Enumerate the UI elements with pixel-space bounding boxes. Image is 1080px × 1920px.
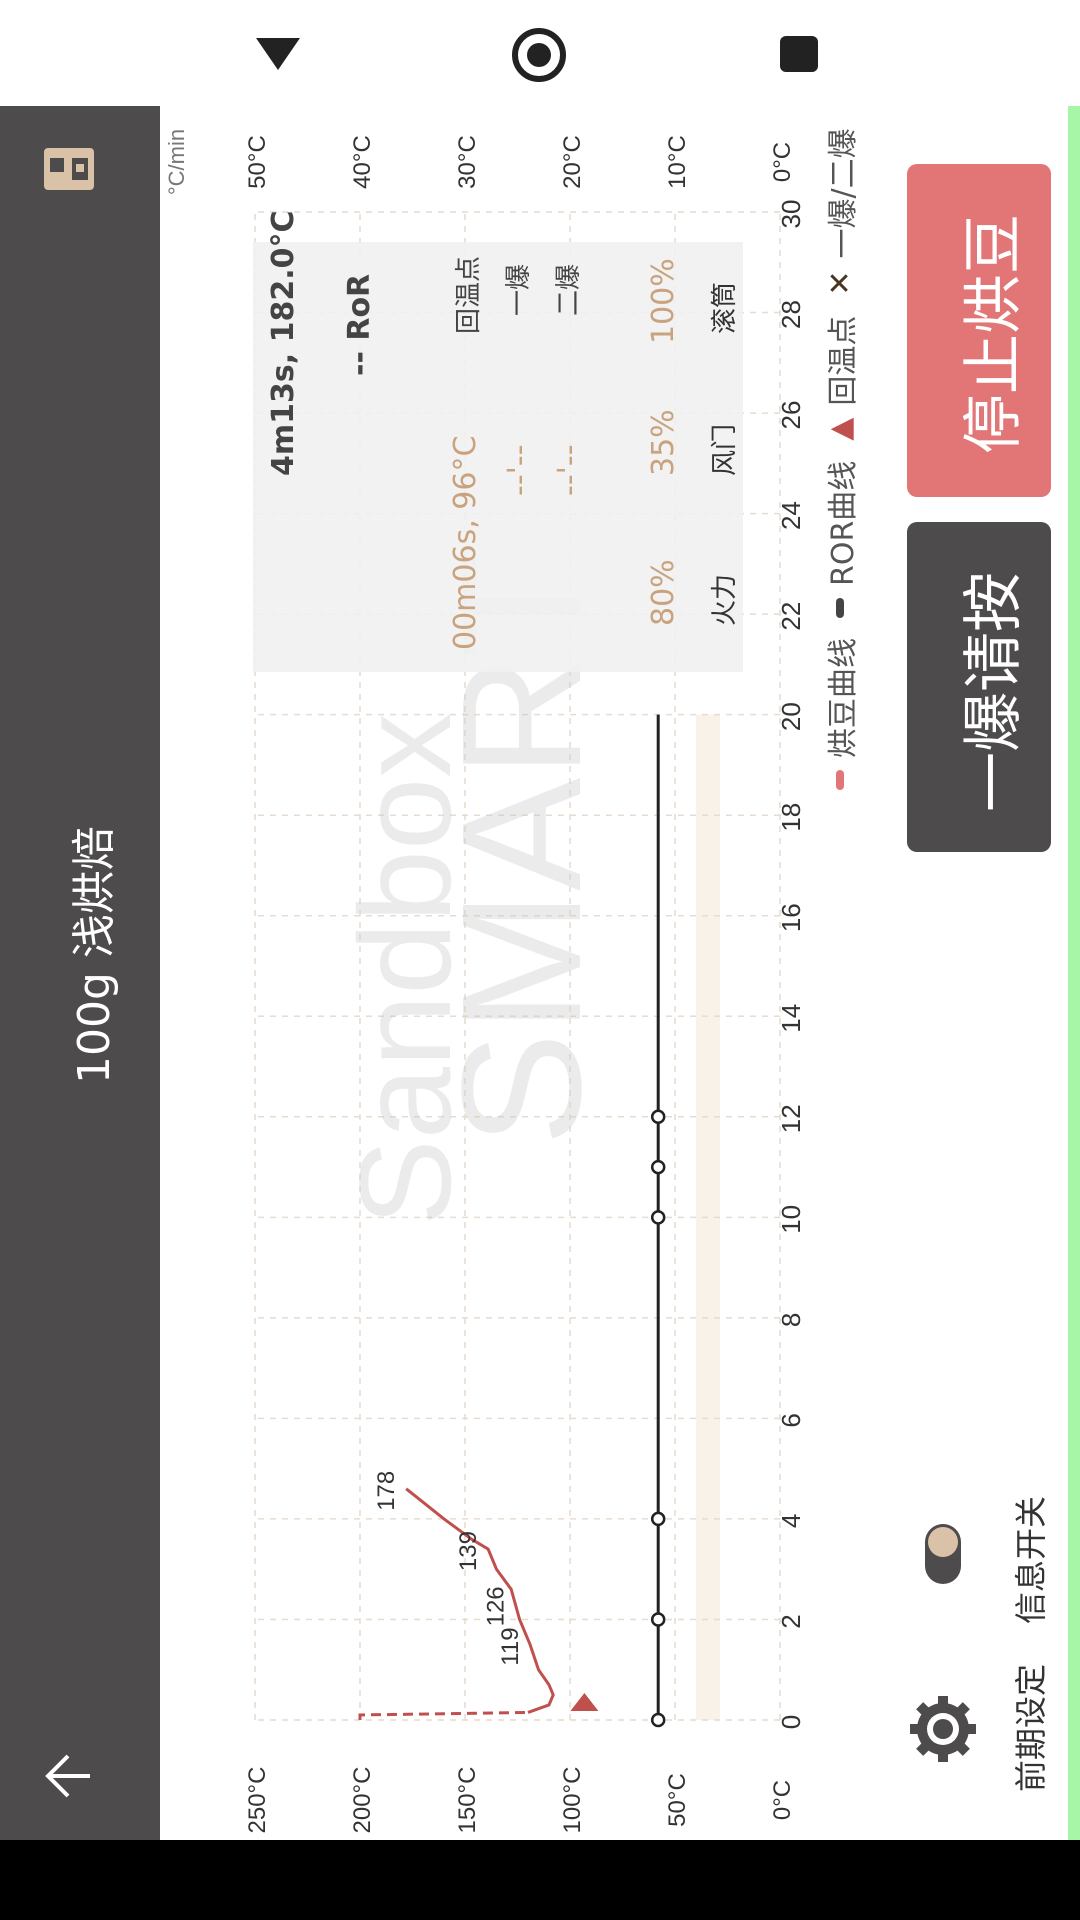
time-tick-label: 22	[776, 602, 806, 631]
legend-ror-swatch	[836, 598, 844, 618]
home-icon[interactable]	[510, 26, 568, 84]
chart-legend: 烘豆曲线 ROR曲线 ▲ 回温点 ✕ 一爆/二爆	[818, 128, 862, 790]
turning-point-marker	[570, 1692, 599, 1711]
legend-roast-label: 烘豆曲线	[826, 638, 861, 758]
time-tick-label: 8	[776, 1313, 806, 1327]
app-bar: 100g 浅烘焙	[0, 106, 160, 1840]
damper-label: 风门	[710, 423, 740, 476]
time-tick-label: 4	[776, 1514, 806, 1528]
time-tick-label: 20	[776, 702, 806, 731]
fire-value: 80%	[646, 559, 681, 626]
preset-settings-label[interactable]: 前期设定	[1006, 1664, 1052, 1792]
stop-roast-label: 停止烘豆	[959, 214, 1029, 454]
roast-curve	[405, 1487, 555, 1714]
time-tick-label: 18	[776, 803, 806, 832]
save-icon[interactable]	[42, 144, 96, 194]
control-point	[650, 1511, 666, 1527]
curve-point-label: 139	[455, 1531, 482, 1571]
curve-point-label: 119	[497, 1627, 524, 1665]
recents-icon[interactable]	[778, 34, 820, 74]
legend-crack-label: 一爆/二爆	[826, 128, 861, 259]
drum-label: 滚筒	[710, 281, 740, 334]
time-tick-label: 24	[776, 501, 806, 530]
cross-icon: ✕	[822, 270, 858, 296]
first-crack-value: --'--	[502, 444, 537, 496]
control-point	[650, 1109, 666, 1125]
ror-tick-label: 50°C	[244, 135, 271, 189]
temp-tick-label: 200°C	[349, 1767, 376, 1834]
first-crack-button-label: 一爆请按	[959, 572, 1029, 812]
temp-tick-label: 50°C	[664, 1773, 691, 1827]
curve-point-label: 126	[482, 1586, 509, 1626]
screen-bottom-edge	[0, 1840, 1080, 1920]
second-crack-value: --'--	[552, 444, 587, 496]
time-tick-label: 30	[776, 200, 806, 229]
control-point	[650, 1210, 666, 1225]
turning-point-value: 00m06s, 96°C	[448, 435, 483, 650]
ror-unit-label: °C/min	[164, 129, 189, 195]
drum-value: 100%	[646, 258, 681, 344]
control-point	[650, 1712, 666, 1728]
temp-tick-label: 100°C	[559, 1767, 586, 1834]
fire-label: 火力	[710, 573, 740, 626]
curve-point-label: 178	[373, 1471, 400, 1511]
control-point	[650, 1159, 666, 1175]
time-tick-label: 0	[776, 1715, 806, 1729]
ror-tick-label: 40°C	[349, 135, 376, 189]
ror-tick-label: 30°C	[454, 135, 481, 189]
damper-value: 35%	[646, 409, 681, 476]
time-tick-label: 2	[776, 1614, 806, 1628]
time-tick-label: 6	[776, 1413, 806, 1427]
info-toggle-switch[interactable]	[925, 1524, 961, 1584]
triangle-icon: ▲	[822, 417, 858, 441]
legend-turn-label: 回温点	[826, 315, 861, 406]
temp-tick-label: 150°C	[454, 1767, 481, 1834]
time-tick-label: 12	[776, 1104, 806, 1133]
back-icon[interactable]	[254, 34, 302, 74]
second-crack-label: 二爆	[554, 263, 584, 316]
time-tick-label: 28	[776, 300, 806, 329]
roast-curve-preheat	[358, 1710, 529, 1720]
gear-icon[interactable]	[908, 1694, 978, 1764]
time-tick-label: 16	[776, 903, 806, 932]
time-tick-label: 26	[776, 401, 806, 430]
ror-readout: -- RoR	[342, 273, 377, 376]
first-crack-button[interactable]: 一爆请按	[907, 522, 1051, 852]
status-strip	[1068, 106, 1080, 1840]
legend-ror-label: ROR曲线	[826, 460, 861, 586]
page-title: 100g 浅烘焙	[69, 826, 120, 1084]
temp-tick-label: 250°C	[244, 1767, 271, 1834]
control-point	[650, 1612, 666, 1627]
system-nav-bar	[0, 0, 1080, 106]
ror-tick-label: 20°C	[559, 135, 586, 189]
first-crack-label: 一爆	[504, 263, 534, 316]
time-tick-label: 14	[776, 1004, 806, 1033]
current-readout: 4m13s, 182.0°C	[266, 210, 301, 477]
legend-roast-swatch	[836, 770, 844, 790]
ror-tick-label: 10°C	[664, 135, 691, 189]
ror-tick-label: 0°C	[769, 142, 796, 182]
toggle-knob	[928, 1527, 958, 1557]
temp-tick-label: 0°C	[769, 1780, 796, 1820]
stop-roast-button[interactable]: 停止烘豆	[907, 164, 1051, 497]
info-switch-label: 信息开关	[1012, 1495, 1050, 1624]
turning-point-label: 回温点	[454, 255, 484, 334]
arrow-down-icon[interactable]	[44, 1752, 92, 1802]
time-tick-label: 10	[776, 1205, 806, 1234]
